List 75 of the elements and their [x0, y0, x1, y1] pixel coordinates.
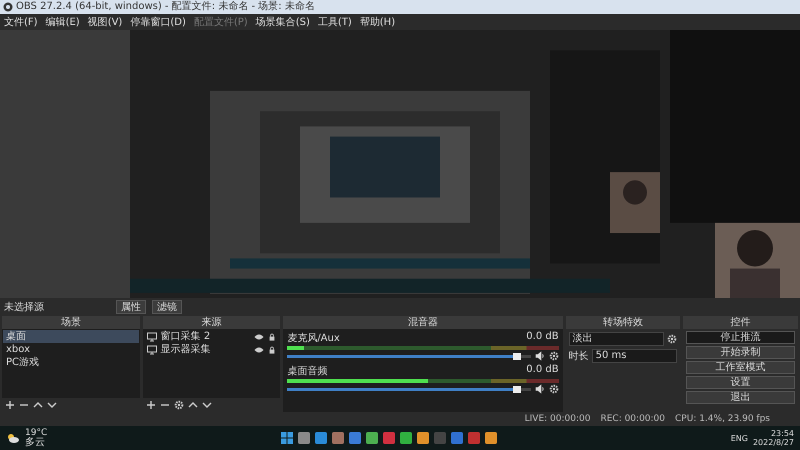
dock-title: 混音器: [283, 316, 563, 329]
scene-item[interactable]: xbox: [3, 343, 139, 356]
move-down-icon[interactable]: [47, 400, 57, 410]
channel-name: 麦克风/Aux: [287, 332, 340, 345]
transition-dropdown[interactable]: 淡出: [568, 332, 664, 346]
app-logo-icon: [3, 2, 13, 12]
start-icon[interactable]: [280, 432, 293, 444]
control-button[interactable]: 停止推流: [686, 331, 795, 344]
cpu-status: CPU: 1.4%, 23.90 fps: [675, 414, 770, 424]
settings-icon[interactable]: [667, 334, 678, 344]
menu-item[interactable]: 工具(T): [318, 15, 352, 29]
scene-item[interactable]: PC游戏: [3, 356, 139, 369]
lock-icon[interactable]: [268, 346, 276, 354]
source-item[interactable]: 窗口采集 2: [160, 330, 210, 343]
menu-item[interactable]: 帮助(H): [360, 15, 396, 29]
dock-title: 来源: [142, 316, 280, 329]
settings-icon[interactable]: [548, 351, 559, 361]
menu-item[interactable]: 文件(F): [4, 15, 38, 29]
duration-label: 时长: [568, 350, 589, 363]
clock-date: 2022/8/27: [752, 438, 794, 447]
scene-item[interactable]: 桌面: [3, 330, 139, 343]
add-icon[interactable]: [5, 400, 15, 410]
taskbar-app-icon[interactable]: [450, 432, 463, 444]
volume-slider[interactable]: [287, 388, 531, 390]
menu-item[interactable]: 停靠窗口(D): [130, 15, 186, 29]
taskbar-app-icon[interactable]: [298, 432, 310, 444]
weather-icon: [6, 432, 20, 444]
temperature-label: 19°C: [25, 428, 48, 438]
move-up-icon[interactable]: [188, 400, 198, 410]
lock-icon[interactable]: [268, 332, 276, 340]
taskbar-app-icon[interactable]: [332, 432, 344, 444]
channel-name: 桌面音频: [287, 364, 328, 378]
control-button[interactable]: 设置: [686, 376, 795, 389]
eye-icon[interactable]: [254, 344, 264, 354]
settings-icon[interactable]: [174, 400, 184, 410]
volume-slider[interactable]: [287, 354, 531, 358]
menu-item[interactable]: 编辑(E): [46, 15, 80, 29]
language-indicator[interactable]: ENG: [730, 434, 748, 442]
weather-label: 多云: [25, 438, 46, 448]
settings-icon[interactable]: [548, 384, 559, 394]
taskbar-app-icon[interactable]: [416, 432, 429, 444]
taskbar-app-icon[interactable]: [366, 432, 378, 444]
move-up-icon[interactable]: [33, 400, 43, 410]
source-item[interactable]: 显示器采集: [160, 343, 211, 356]
dock-title: 控件: [683, 316, 798, 329]
rec-status: REC: 00:00:00: [600, 414, 666, 424]
monitor-icon: [146, 344, 157, 354]
move-down-icon[interactable]: [202, 400, 212, 410]
channel-reading: 0.0 dB: [526, 331, 559, 344]
monitor-icon: [146, 332, 157, 342]
taskbar-app-icon[interactable]: [400, 432, 412, 444]
eye-icon[interactable]: [254, 332, 264, 342]
control-button[interactable]: 开始录制: [686, 346, 795, 359]
channel-reading: 0.0 dB: [526, 364, 559, 377]
taskbar-app-icon[interactable]: [484, 432, 497, 444]
taskbar-app-icon[interactable]: [348, 432, 361, 444]
live-status: LIVE: 00:00:00: [524, 414, 590, 424]
speaker-icon[interactable]: [534, 384, 545, 394]
window-title: OBS 27.2.4 (64-bit, windows) - 配置文件: 未命名 - 场景: 未命名: [0, 0, 800, 14]
speaker-icon[interactable]: [534, 351, 545, 361]
menu-item[interactable]: 视图(V): [88, 15, 122, 29]
clock-time: 23:54: [770, 429, 794, 438]
control-button[interactable]: 工作室模式: [686, 361, 795, 374]
control-button[interactable]: 退出: [686, 391, 795, 404]
taskbar-app-icon[interactable]: [314, 432, 327, 444]
dock-title: 场景: [2, 316, 140, 329]
menu-item[interactable]: 场景集合(S): [256, 15, 310, 29]
taskbar-app-icon[interactable]: [468, 432, 480, 444]
dock-title: 转场特效: [566, 316, 680, 329]
no-source-label: 未选择源: [4, 300, 44, 314]
taskbar-app-icon[interactable]: [382, 432, 395, 444]
filters-button[interactable]: 滤镜: [152, 300, 182, 314]
properties-button[interactable]: 属性: [116, 300, 146, 314]
add-icon[interactable]: [146, 400, 156, 410]
duration-field[interactable]: 50 ms: [592, 349, 678, 363]
